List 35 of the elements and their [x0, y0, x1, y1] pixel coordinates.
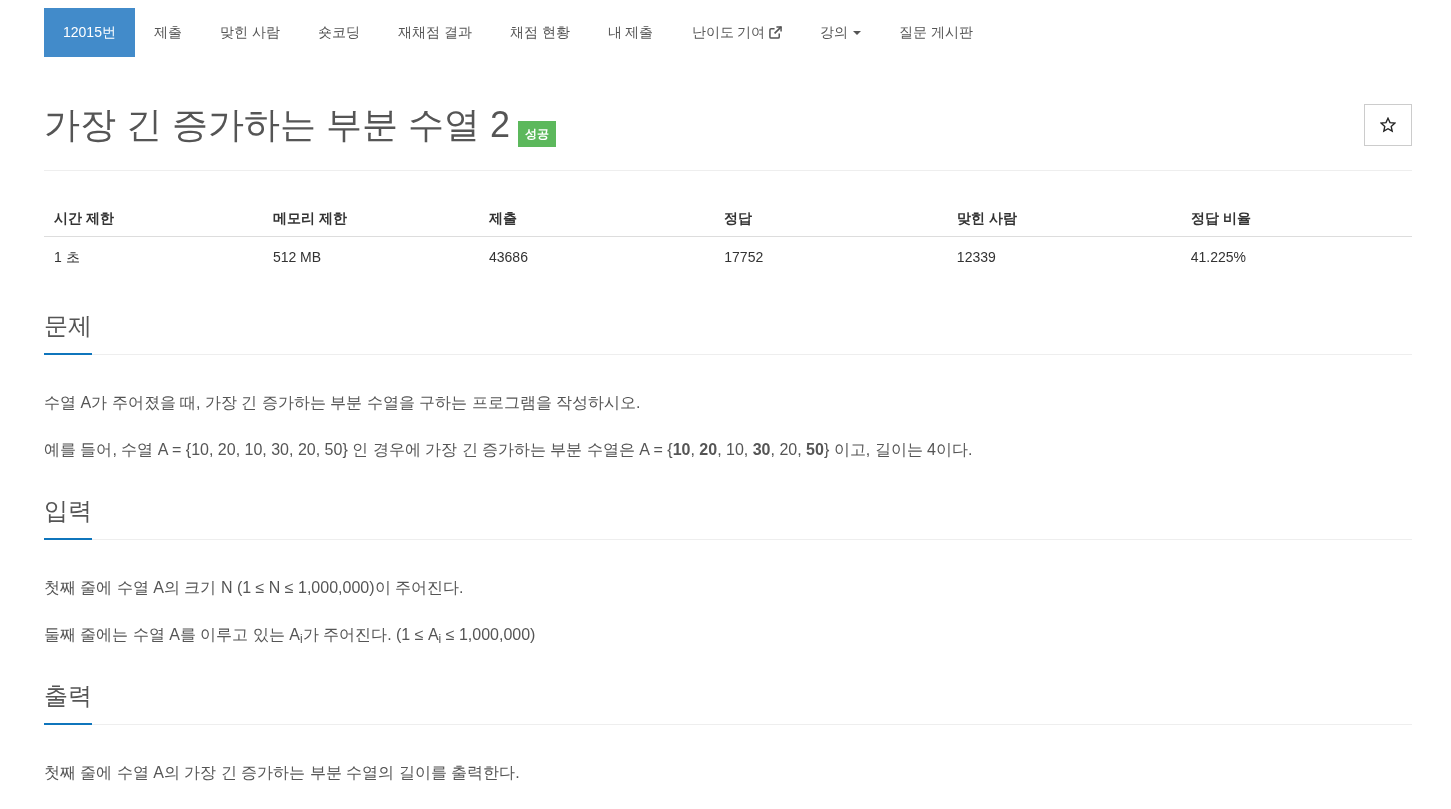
column-header: 메모리 제한: [262, 200, 479, 237]
paragraph: 예를 들어, 수열 A = {10, 20, 10, 30, 20, 50} 인 경우에 가장 긴 증가하는 부분 수열은 A = {10, 20, 10, 30, 20, 50} 이고, 길이는 4이다.: [44, 440, 974, 460]
nav-tab[interactable]: 재채점 결과: [378, 8, 491, 57]
result-badge: 성공: [518, 121, 557, 147]
table-cell: 512 MB: [262, 236, 479, 277]
column-header: 정답: [714, 200, 947, 237]
nav-tab[interactable]: 내 제출: [588, 8, 673, 57]
nav-tab[interactable]: 질문 게시판: [880, 8, 993, 57]
problem-title: 가장 긴 증가하는 부분 수열 2: [44, 103, 511, 147]
column-header: 맞힌 사람: [946, 200, 1181, 237]
nav-tab[interactable]: 채점 현황: [490, 8, 589, 57]
table-cell: 41.225%: [1180, 236, 1412, 277]
section-heading: 문제: [44, 311, 92, 355]
section-heading: 출력: [44, 681, 92, 725]
table-cell: 43686: [479, 236, 715, 277]
favorite-button[interactable]: [1364, 104, 1412, 146]
paragraph: 첫째 줄에 수열 A의 크기 N (1 ≤ N ≤ 1,000,000)이 주어진다.: [44, 578, 465, 598]
nav-tab[interactable]: 맞힌 사람: [200, 8, 299, 57]
column-header: 정답 비율: [1180, 200, 1412, 237]
table-cell: 1 초: [44, 236, 263, 277]
paragraph: 수열 A가 주어졌을 때, 가장 긴 증가하는 부분 수열을 구하는 프로그램을 작성하시오.: [44, 393, 642, 413]
nav-tab[interactable]: 강의: [801, 8, 881, 57]
external-link-icon: [769, 26, 783, 39]
nav-tab[interactable]: 숏코딩: [298, 8, 379, 57]
nav-tab[interactable]: 난이도 기여: [672, 8, 802, 57]
column-header: 제출: [479, 200, 715, 237]
paragraph: 첫째 줄에 수열 A의 가장 긴 증가하는 부분 수열의 길이를 출력한다.: [44, 763, 521, 783]
table-cell: 12339: [946, 236, 1181, 277]
table-cell: 17752: [714, 236, 947, 277]
nav-tab[interactable]: 제출: [134, 8, 201, 57]
caret-icon: [853, 30, 862, 35]
paragraph: 둘째 줄에는 수열 A를 이루고 있는 A$_{i}$가 주어진다. (1 ≤ A$_{i}$ ≤ 1,000,000): [44, 625, 537, 647]
column-header: 시간 제한: [44, 200, 263, 237]
section-heading: 입력: [44, 496, 92, 540]
nav-tab[interactable]: 12015번: [44, 8, 135, 57]
